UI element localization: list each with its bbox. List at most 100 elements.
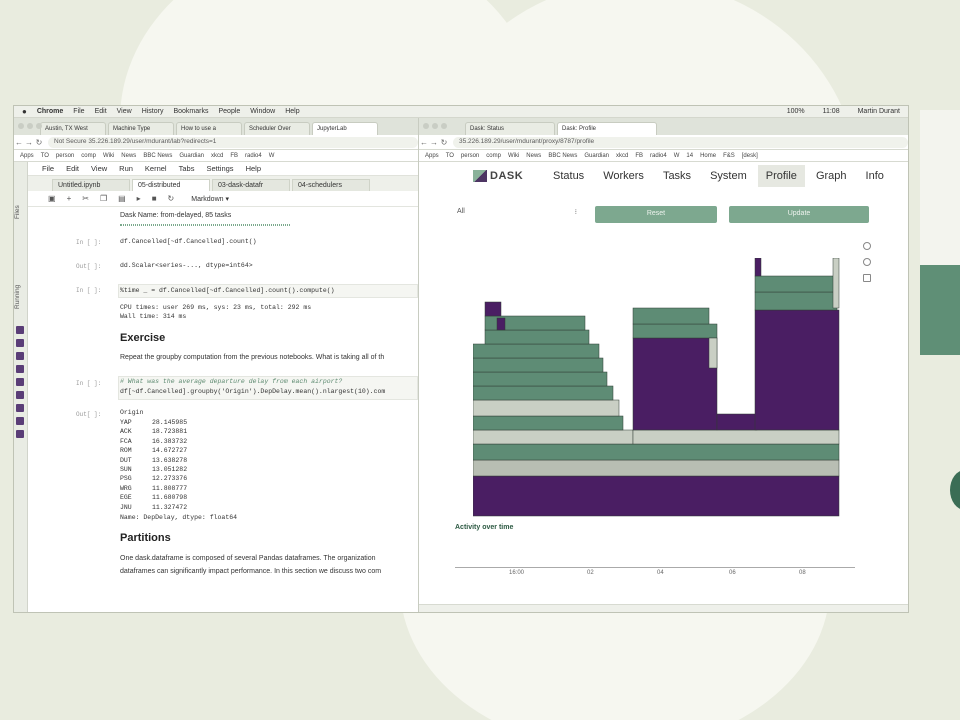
menu-file[interactable]: File: [73, 108, 84, 115]
nav-tasks[interactable]: Tasks: [655, 165, 699, 187]
nav-info[interactable]: Info: [858, 165, 892, 187]
flame-block[interactable]: [632, 307, 710, 325]
bookmark[interactable]: comp: [486, 153, 501, 159]
zoom-window-icon[interactable]: [36, 123, 42, 129]
sidebar-icon[interactable]: [16, 417, 24, 425]
browser-tab[interactable]: How to use a: [176, 122, 242, 135]
sidebar-icon[interactable]: [16, 365, 24, 373]
bookmark[interactable]: Wiki: [508, 153, 519, 159]
flame-block[interactable]: [484, 301, 502, 317]
flame-block[interactable]: [473, 371, 608, 387]
reload-icon[interactable]: ↻: [34, 138, 44, 147]
jl-menu-view[interactable]: View: [91, 164, 107, 173]
flame-block[interactable]: [754, 309, 840, 431]
bookmark[interactable]: Home: [700, 153, 716, 159]
bookmark[interactable]: Wiki: [103, 153, 114, 159]
wheel-zoom-icon[interactable]: [863, 258, 871, 266]
notebook-tab[interactable]: 04-schedulers: [292, 179, 370, 191]
flame-block[interactable]: [496, 317, 506, 331]
bookmark[interactable]: Apps: [20, 153, 34, 159]
forward-icon[interactable]: →: [24, 138, 34, 147]
sidebar-icon[interactable]: [16, 326, 24, 334]
browser-tab[interactable]: Machine Type: [108, 122, 174, 135]
menu-window[interactable]: Window: [250, 108, 275, 115]
flame-block[interactable]: [473, 343, 600, 359]
dask-logo[interactable]: DASK: [473, 170, 545, 182]
menu-chrome[interactable]: Chrome: [37, 108, 63, 115]
code-cell[interactable]: %time _ = df.Cancelled[~df.Cancelled].co…: [120, 287, 335, 294]
nav-graph[interactable]: Graph: [808, 165, 855, 187]
flame-block[interactable]: [473, 475, 840, 517]
menu-help[interactable]: Help: [285, 108, 299, 115]
browser-tab[interactable]: Austin, TX West: [40, 122, 106, 135]
flame-block[interactable]: [754, 291, 838, 311]
close-window-icon[interactable]: [423, 123, 429, 129]
flame-block[interactable]: [716, 413, 758, 431]
bookmark[interactable]: FB: [635, 153, 643, 159]
back-icon[interactable]: ←: [14, 138, 24, 147]
code-cell[interactable]: df[~df.Cancelled].groupby('Origin').DepD…: [120, 388, 385, 395]
nav-status[interactable]: Status: [545, 165, 592, 187]
flame-block[interactable]: [832, 258, 840, 309]
flame-block[interactable]: [632, 337, 718, 431]
user-name[interactable]: Martin Durant: [858, 108, 900, 115]
sidebar-icon[interactable]: [16, 378, 24, 386]
bookmark[interactable]: [desk]: [742, 153, 758, 159]
reload-icon[interactable]: ↻: [439, 138, 449, 147]
flame-block[interactable]: [754, 258, 762, 277]
menu-view[interactable]: View: [117, 108, 132, 115]
bookmark[interactable]: TO: [446, 153, 454, 159]
flame-block[interactable]: [473, 415, 624, 431]
back-icon[interactable]: ←: [419, 138, 429, 147]
running-tab[interactable]: Running: [14, 272, 28, 322]
flame-block[interactable]: [473, 357, 604, 373]
restart-icon[interactable]: ↻: [168, 194, 175, 203]
browser-tab[interactable]: Dask: Status: [465, 122, 555, 135]
task-selector[interactable]: All ⁝: [457, 208, 577, 221]
jl-menu-file[interactable]: File: [42, 164, 54, 173]
menu-edit[interactable]: Edit: [95, 108, 107, 115]
close-window-icon[interactable]: [18, 123, 24, 129]
bookmark[interactable]: News: [526, 153, 541, 159]
bookmark[interactable]: BBC News: [548, 153, 577, 159]
add-cell-icon[interactable]: +: [67, 194, 72, 203]
forward-icon[interactable]: →: [429, 138, 439, 147]
paste-icon[interactable]: ▤: [118, 194, 126, 203]
horizontal-scrollbar[interactable]: [419, 604, 908, 612]
browser-tab[interactable]: Scheduler Over: [244, 122, 310, 135]
bookmark[interactable]: comp: [81, 153, 96, 159]
update-button[interactable]: Update: [729, 206, 869, 223]
zoom-window-icon[interactable]: [441, 123, 447, 129]
menu-people[interactable]: People: [218, 108, 240, 115]
sidebar-icon[interactable]: [16, 404, 24, 412]
bookmark[interactable]: Guardian: [584, 153, 609, 159]
jl-menu-settings[interactable]: Settings: [206, 164, 233, 173]
reset-plot-icon[interactable]: [863, 242, 871, 250]
bookmark[interactable]: Apps: [425, 153, 439, 159]
activity-plot[interactable]: 16:00 02 04 06 08: [455, 536, 855, 576]
files-tab[interactable]: Files: [14, 192, 28, 232]
apple-icon[interactable]: ●: [22, 107, 27, 116]
flame-block[interactable]: [632, 323, 718, 339]
cell-type-select[interactable]: Markdown ▾: [191, 195, 229, 203]
url-field[interactable]: 35.226.189.29/user/mdurant/proxy/8787/pr…: [453, 136, 908, 148]
flame-block[interactable]: [473, 399, 620, 417]
code-cell[interactable]: df.Cancelled[~df.Cancelled].count(): [120, 238, 257, 245]
bookmark[interactable]: Guardian: [179, 153, 204, 159]
flame-block[interactable]: [632, 429, 840, 445]
save-icon[interactable]: ▣: [48, 194, 56, 203]
url-field[interactable]: Not Secure 35.226.189.29/user/mdurant/la…: [48, 136, 418, 148]
bokeh-logo-icon[interactable]: [863, 274, 871, 282]
run-icon[interactable]: ▸: [137, 194, 141, 203]
battery-status[interactable]: 100%: [787, 108, 805, 115]
notebook-tab-active[interactable]: 05-distributed: [132, 179, 210, 191]
sidebar-icon[interactable]: [16, 352, 24, 360]
bookmark[interactable]: F&S: [723, 153, 735, 159]
bookmark[interactable]: person: [56, 153, 74, 159]
nav-profile[interactable]: Profile: [757, 165, 805, 187]
copy-icon[interactable]: ❐: [100, 194, 107, 203]
bookmark[interactable]: FB: [230, 153, 238, 159]
jl-menu-run[interactable]: Run: [119, 164, 133, 173]
notebook-tab[interactable]: Untitled.ipynb: [52, 179, 130, 191]
flame-block[interactable]: [473, 429, 634, 445]
